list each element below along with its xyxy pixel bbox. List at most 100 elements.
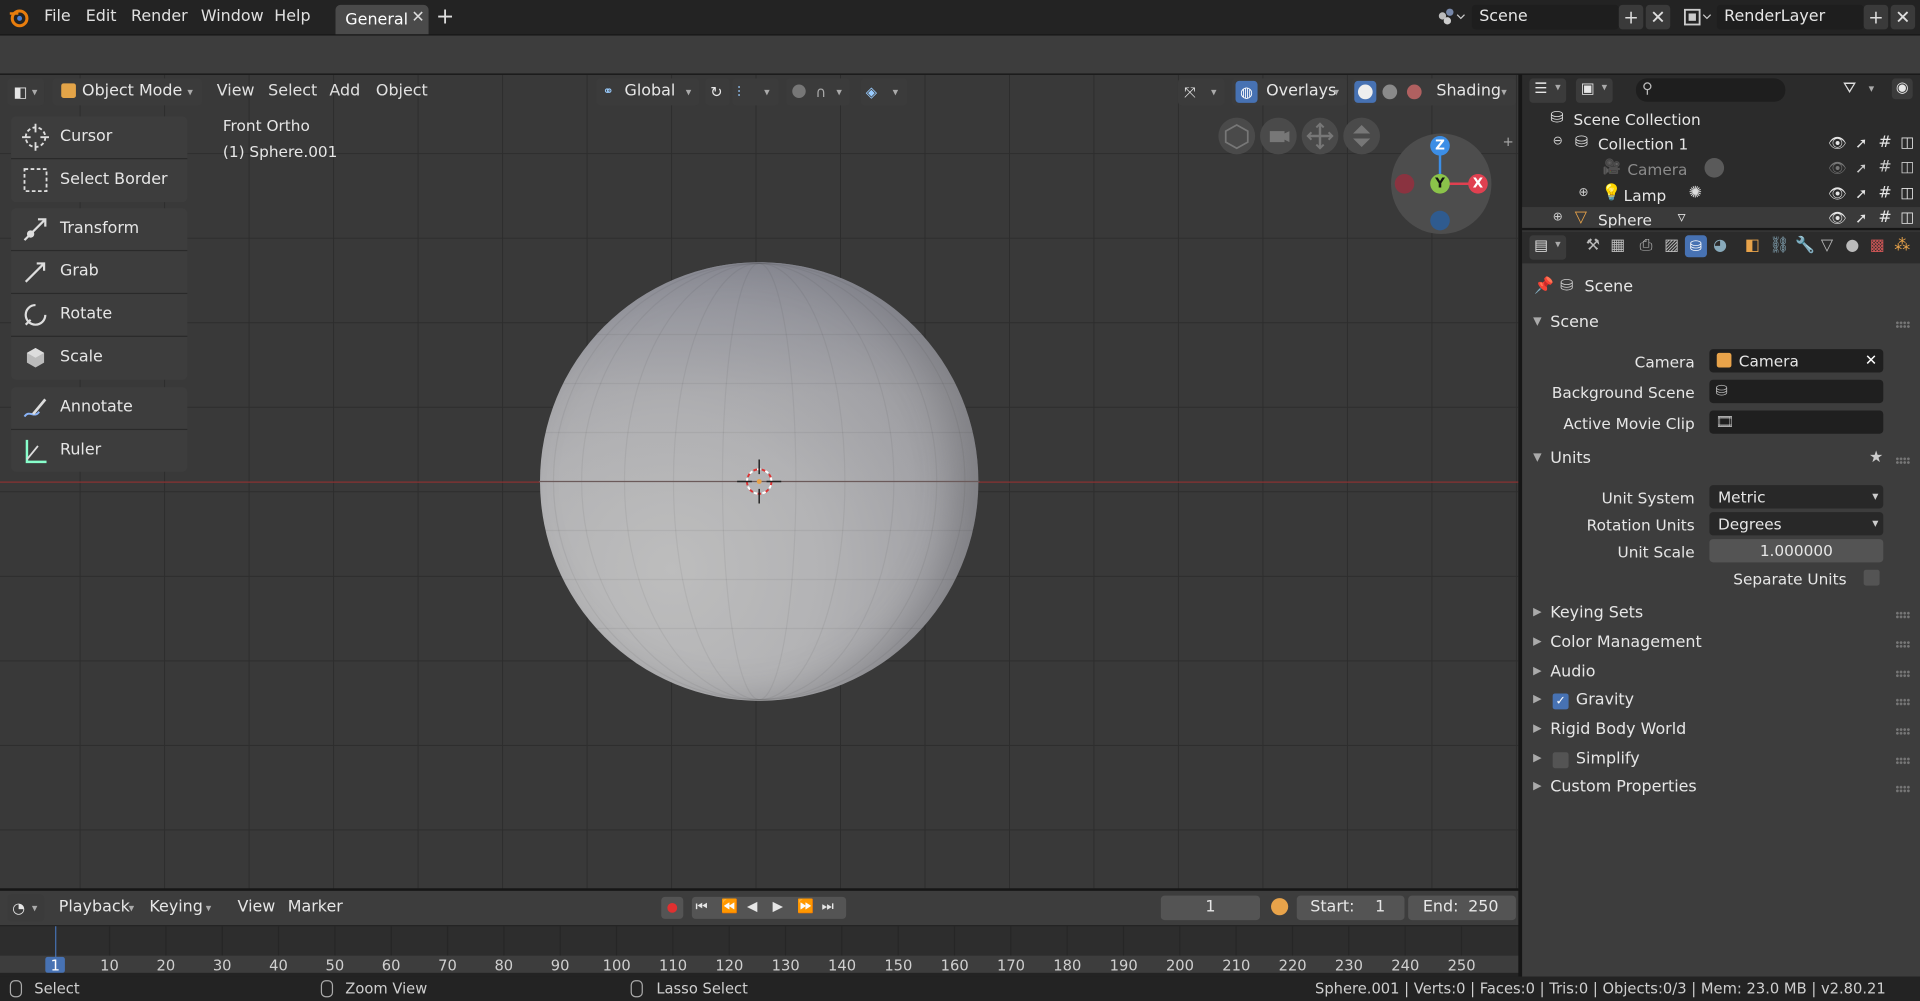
separate-units-checkbox[interactable]	[1863, 569, 1880, 586]
current-frame-field[interactable]: 1	[1160, 895, 1261, 921]
viewport-disable-icon[interactable]: #	[1878, 184, 1891, 202]
select-arrow-icon[interactable]: ➚	[1855, 210, 1867, 227]
play-reverse-icon[interactable]: ◀	[747, 898, 757, 914]
render-disable-icon[interactable]: ◫	[1900, 184, 1914, 201]
world-tab-icon[interactable]: ◕	[1713, 236, 1727, 254]
proportional-editing-button[interactable]: ∩ ▾	[786, 78, 850, 106]
blender-logo-icon[interactable]	[7, 6, 29, 28]
eye-icon[interactable]: 👁	[1828, 210, 1847, 227]
playback-menu[interactable]: Playback ▾	[51, 894, 142, 921]
add-scene-button[interactable]: +	[1618, 4, 1644, 30]
expand-toggle-icon[interactable]: ⊕	[1578, 186, 1588, 199]
viewport-menu-view[interactable]: View	[217, 82, 255, 100]
move-view-button[interactable]	[1301, 117, 1339, 155]
outliner-search-input[interactable]: ⚲	[1635, 78, 1786, 102]
material-tab-icon[interactable]: ●	[1845, 236, 1859, 254]
background-scene-field[interactable]: ⛁	[1709, 379, 1884, 404]
editor-type-button[interactable]: ◧ ▾	[7, 78, 45, 106]
drag-handle-icon[interactable]	[1895, 321, 1911, 329]
modifiers-tab-icon[interactable]: 🔧	[1795, 236, 1815, 254]
zoom-view-button[interactable]	[1343, 117, 1381, 155]
drag-handle-icon[interactable]	[1895, 727, 1911, 736]
output-tab-icon[interactable]: ⎙	[1640, 236, 1653, 254]
panel-keying-sets[interactable]: ▶ Keying Sets	[1526, 602, 1918, 629]
filter-icon[interactable]: ⛛	[1843, 80, 1856, 98]
outliner-editor-type-button[interactable]: ☰ ▾	[1529, 78, 1567, 103]
region-toggle-icon[interactable]: +	[1502, 134, 1513, 150]
constraints-tab-icon[interactable]: ⛓	[1769, 236, 1789, 254]
viewport-menu-add[interactable]: Add	[329, 82, 360, 100]
select-arrow-icon[interactable]: ➚	[1855, 185, 1867, 202]
timeline-menu-marker[interactable]: Marker	[288, 898, 343, 916]
properties-editor-type-button[interactable]: ▤ ▾	[1529, 235, 1567, 260]
tab-workspace-general[interactable]: General ✕	[335, 4, 429, 35]
gravity-checkbox[interactable]: ✓	[1552, 693, 1569, 710]
clear-camera-icon[interactable]: ✕	[1865, 349, 1877, 372]
preview-range-icon[interactable]	[1271, 898, 1289, 916]
outliner-row-scene-collection[interactable]: ⛁ Scene Collection	[1522, 108, 1920, 133]
eye-icon[interactable]: 👁	[1828, 135, 1847, 152]
texture-tab-icon[interactable]: ▩	[1870, 236, 1885, 254]
solid-shading-icon[interactable]	[1354, 80, 1377, 103]
drag-handle-icon[interactable]	[1895, 785, 1911, 793]
viewport-menu-object[interactable]: Object	[376, 82, 428, 100]
tool-cursor[interactable]: Cursor	[11, 116, 187, 158]
particles-tab-icon[interactable]: ⁂	[1894, 236, 1910, 254]
gizmo-toggle-button[interactable]: ⤧ ▾	[1177, 78, 1225, 106]
timeline-menu-view[interactable]: View	[238, 898, 276, 916]
rotation-units-select[interactable]: Degrees ▾	[1709, 512, 1884, 536]
viewport-disable-icon[interactable]: #	[1878, 208, 1891, 226]
drag-handle-icon[interactable]	[1895, 456, 1911, 465]
active-movie-clip-field[interactable]: 🎞	[1709, 410, 1884, 434]
simplify-checkbox[interactable]	[1552, 752, 1569, 769]
panel-simplify[interactable]: ▶ Simplify	[1526, 747, 1918, 774]
unit-scale-field[interactable]: 1.000000	[1709, 539, 1884, 563]
rendered-shading-icon[interactable]	[1406, 84, 1422, 100]
collapse-toggle-icon[interactable]: ⊖	[1553, 135, 1563, 148]
camera-view-button[interactable]	[1260, 117, 1297, 155]
render-tab-icon[interactable]: ▦	[1610, 236, 1625, 254]
menu-window[interactable]: Window	[201, 7, 264, 25]
viewport-disable-icon[interactable]: #	[1878, 134, 1891, 152]
timeline-editor-type-button[interactable]: ◔ ▾	[7, 894, 45, 922]
object-tab-icon[interactable]: ◧	[1745, 236, 1760, 254]
material-shading-icon[interactable]	[1382, 84, 1398, 100]
eye-icon[interactable]: 👁	[1828, 185, 1847, 202]
outliner-row-camera[interactable]: 🎥 Camera 👁 ➚ # ◫	[1522, 157, 1920, 182]
eye-icon[interactable]: 👁	[1828, 159, 1847, 176]
delete-scene-button[interactable]: ✕	[1645, 4, 1671, 30]
render-disable-icon[interactable]: ◫	[1900, 134, 1914, 151]
drag-handle-icon[interactable]	[1895, 611, 1911, 619]
panel-custom-properties[interactable]: ▶ Custom Properties	[1526, 776, 1918, 803]
start-frame-field[interactable]: Start: 1	[1296, 895, 1405, 921]
tool-grab[interactable]: Grab	[11, 251, 187, 293]
new-collection-icon[interactable]: ◉	[1891, 78, 1913, 100]
menu-edit[interactable]: Edit	[86, 7, 117, 25]
object-types-visibility-button[interactable]: ◈ ▾	[860, 78, 908, 106]
tool-annotate[interactable]: Annotate	[11, 387, 187, 429]
add-workspace-icon[interactable]: +	[436, 4, 454, 30]
camera-field[interactable]: Camera ✕	[1709, 349, 1884, 373]
scene-tab-icon[interactable]: ⛁	[1684, 235, 1707, 258]
presets-star-icon[interactable]: ★	[1869, 448, 1883, 466]
area-divider-horizontal[interactable]	[0, 888, 1519, 891]
view-layer-tab-icon[interactable]: ▨	[1664, 236, 1679, 254]
render-layer-field[interactable]: RenderLayer	[1716, 4, 1864, 30]
area-divider-right[interactable]	[1522, 227, 1920, 231]
panel-audio[interactable]: ▶ Audio	[1526, 660, 1918, 687]
scene-selector-icon[interactable]	[1435, 6, 1467, 28]
menu-render[interactable]: Render	[131, 7, 188, 25]
render-layer-icon[interactable]	[1682, 6, 1714, 28]
jump-keyframe-back-icon[interactable]: ⏪	[721, 898, 738, 914]
play-icon[interactable]: ▶	[773, 898, 783, 914]
menu-file[interactable]: File	[44, 7, 71, 25]
shading-button[interactable]: Shading ▾	[1351, 78, 1516, 106]
viewport-menu-select[interactable]: Select	[268, 82, 317, 100]
pivot-point-button[interactable]: ↻	[705, 78, 730, 106]
tool-scale[interactable]: Scale	[11, 337, 187, 379]
panel-color-management[interactable]: ▶ Color Management	[1526, 631, 1918, 658]
add-render-layer-button[interactable]: +	[1863, 4, 1889, 30]
snap-button[interactable]: ⫶ ▾	[732, 78, 779, 106]
drag-handle-icon[interactable]	[1895, 757, 1911, 765]
pin-icon[interactable]: 📌	[1534, 277, 1554, 295]
